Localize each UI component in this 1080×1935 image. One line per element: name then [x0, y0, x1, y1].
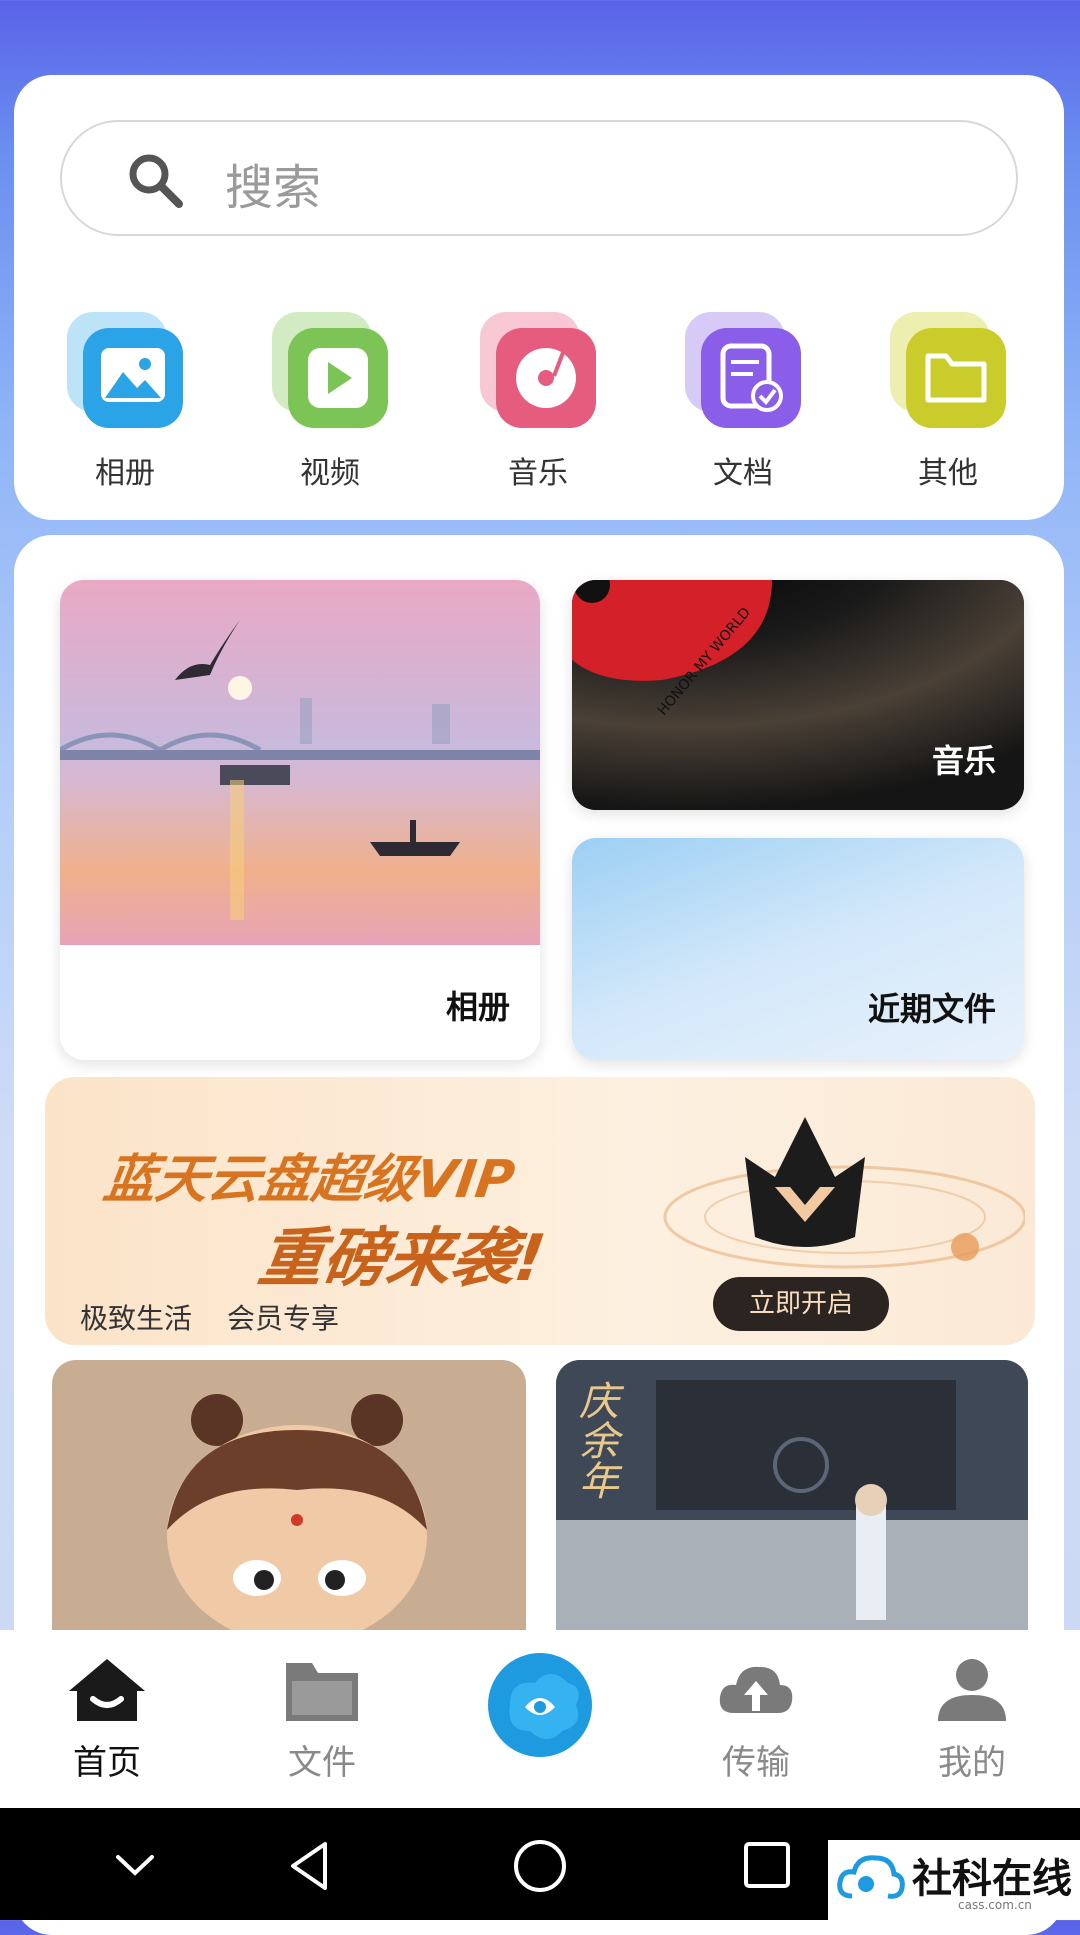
search-icon [129, 154, 183, 208]
home-circle-icon[interactable] [512, 1838, 568, 1894]
music-tile[interactable]: HONOR MY WORLD 音乐 [572, 580, 1024, 810]
watermark-box: 社科在线 cass.com.cn [828, 1840, 1080, 1920]
category-music[interactable]: 音乐 [468, 310, 608, 492]
nav-label: 传输 [722, 1743, 790, 1783]
poster-animation[interactable] [52, 1360, 526, 1635]
album-tile[interactable]: 相册 [60, 580, 540, 1060]
photo-album-icon [65, 310, 185, 430]
category-label: 音乐 [508, 456, 568, 491]
vip-cta-button[interactable]: 立即开启 [713, 1277, 889, 1331]
watermark-url: cass.com.cn [958, 1898, 1032, 1912]
category-other[interactable]: 其他 [878, 310, 1018, 492]
folder-icon [286, 1663, 358, 1721]
drama-scene-image [556, 1360, 1028, 1635]
nav-files[interactable]: 文件 [252, 1655, 392, 1784]
category-label: 其他 [918, 456, 978, 491]
banner-tagline-2: 会员专享 [227, 1302, 340, 1335]
recent-files-tile[interactable]: 近期文件 [572, 838, 1024, 1060]
category-label: 视频 [300, 456, 360, 491]
user-icon [938, 1659, 1006, 1721]
banner-headline-2: 重磅来袭! [253, 1222, 550, 1296]
recents-square-icon[interactable] [742, 1840, 792, 1890]
home-icon [69, 1659, 145, 1721]
nav-transfer[interactable]: 传输 [686, 1655, 826, 1784]
music-tile-label: 音乐 [931, 742, 996, 780]
folder-icon [888, 310, 1008, 430]
poster-drama[interactable]: 庆余年 [556, 1360, 1028, 1635]
upload-cloud-icon [719, 1666, 793, 1713]
nav-home[interactable]: 首页 [37, 1655, 177, 1784]
category-video[interactable]: 视频 [260, 310, 400, 492]
back-icon[interactable] [285, 1838, 335, 1894]
vip-banner[interactable]: 蓝天云盘超级VIP 重磅来袭! 极致生活 会员专享 立即开启 [45, 1077, 1035, 1345]
vip-crown-icon [663, 1117, 1025, 1269]
nav-profile[interactable]: 我的 [902, 1655, 1042, 1784]
banner-tagline-1: 极致生活 [80, 1302, 193, 1335]
chevron-down-icon[interactable] [110, 1845, 160, 1885]
music-disc-icon [478, 310, 598, 430]
search-input[interactable] [60, 120, 1018, 236]
watermark-brand: 社科在线 [912, 1856, 1072, 1902]
nav-label: 我的 [938, 1743, 1006, 1783]
video-play-icon [270, 310, 390, 430]
search-placeholder: 搜索 [225, 160, 322, 216]
nav-label: 文件 [288, 1743, 356, 1783]
banner-headline-1: 蓝天云盘超级VIP [100, 1150, 519, 1210]
category-label: 相册 [95, 456, 155, 491]
cartoon-character-image [167, 1394, 427, 1635]
album-tile-label: 相册 [445, 988, 510, 1026]
poster-title: 庆余年 [572, 1380, 618, 1500]
watermark-cloud-logo [837, 1855, 905, 1899]
recent-files-tile-label: 近期文件 [867, 990, 996, 1028]
nav-center-cloud[interactable] [470, 1645, 610, 1769]
category-docs[interactable]: 文档 [673, 310, 813, 492]
document-icon [683, 310, 803, 430]
category-label: 文档 [713, 456, 773, 491]
nav-label: 首页 [73, 1743, 141, 1783]
cloud-logo-icon [488, 1653, 592, 1757]
status-bar [0, 0, 1080, 70]
category-album[interactable]: 相册 [55, 310, 195, 492]
album-cover-image [60, 580, 540, 945]
